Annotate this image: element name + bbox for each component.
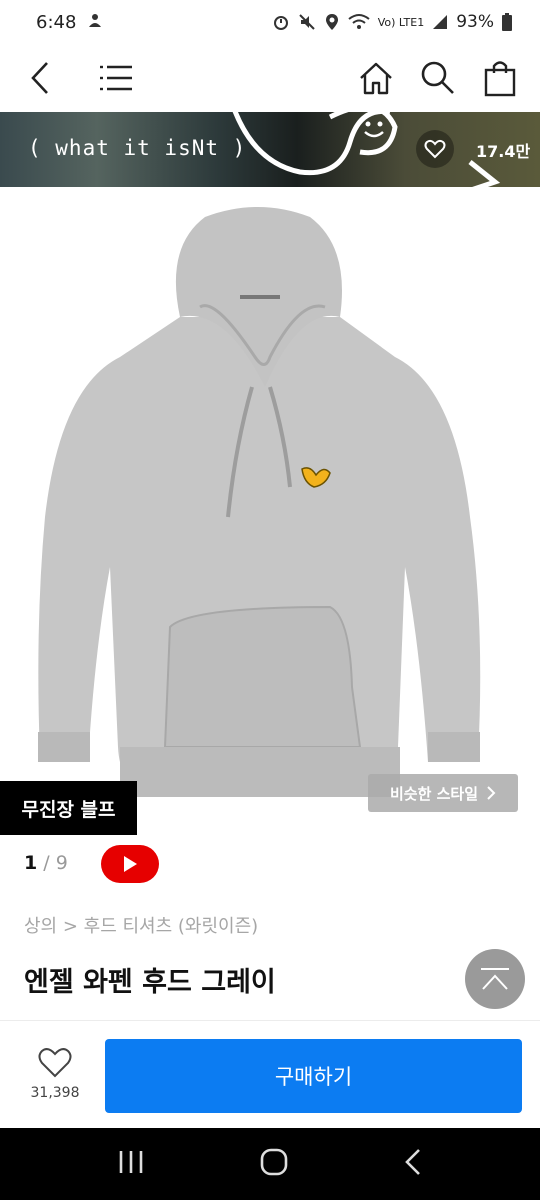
arrow-up-icon (481, 968, 509, 990)
product-image[interactable] (0, 187, 540, 837)
chevron-right-icon (487, 786, 496, 800)
app-header (0, 44, 540, 112)
system-nav-bar (0, 1128, 540, 1200)
battery-percent: 93% (456, 12, 494, 32)
banner-illustration (232, 112, 501, 187)
heart-icon (38, 1048, 72, 1078)
promo-badge: 무진장 블프 (0, 781, 137, 835)
home-icon[interactable] (358, 60, 394, 96)
product-title: 엔젤 와펜 후드 그레이 (24, 967, 276, 998)
image-pager: 1 / 9 (24, 852, 68, 874)
cart-icon[interactable] (482, 60, 518, 97)
search-icon[interactable] (420, 60, 456, 96)
similar-style-button[interactable]: 비슷한 스타일 (368, 774, 518, 812)
breadcrumb[interactable]: 상의 > 후드 티셔츠 (와릿이즌) (24, 912, 258, 938)
brand-name[interactable]: ( what it isNt ) (28, 136, 246, 160)
notification-icon (86, 11, 104, 34)
recent-apps-icon[interactable] (117, 1149, 145, 1179)
action-bar: 31,398 구매하기 (0, 1020, 540, 1128)
hoodie-illustration (38, 207, 481, 797)
brand-banner[interactable]: ( what it isNt ) 17.4만 (0, 112, 540, 187)
brand-like-button[interactable] (416, 130, 454, 168)
lte-icon: Vo) LTE1 (377, 15, 425, 29)
wishlist-button[interactable]: 31,398 (24, 1047, 86, 1101)
youtube-video-button[interactable] (101, 845, 159, 883)
status-time: 6:48 (36, 11, 77, 33)
signal-icon (432, 14, 448, 30)
battery-icon (502, 13, 512, 31)
brand-like-count: 17.4만 (476, 142, 531, 161)
alarm-icon (272, 13, 290, 31)
mute-icon (298, 13, 316, 31)
play-icon (124, 856, 137, 872)
menu-icon[interactable] (98, 60, 134, 96)
back-nav-icon[interactable] (403, 1147, 423, 1181)
status-bar: 6:48 Vo) LTE1 93% (0, 0, 540, 44)
total-pages: 9 (55, 852, 68, 874)
buy-button[interactable]: 구매하기 (105, 1039, 522, 1113)
heart-icon (424, 139, 446, 159)
wifi-icon (348, 13, 370, 31)
wishlist-count: 31,398 (30, 1085, 80, 1101)
similar-style-label: 비슷한 스타일 (389, 784, 479, 803)
home-nav-icon[interactable] (259, 1147, 289, 1181)
current-page: 1 (24, 852, 38, 874)
scroll-top-button[interactable] (465, 949, 525, 1009)
back-icon[interactable] (22, 60, 58, 96)
page-separator: / (43, 852, 50, 874)
location-icon (324, 13, 340, 31)
